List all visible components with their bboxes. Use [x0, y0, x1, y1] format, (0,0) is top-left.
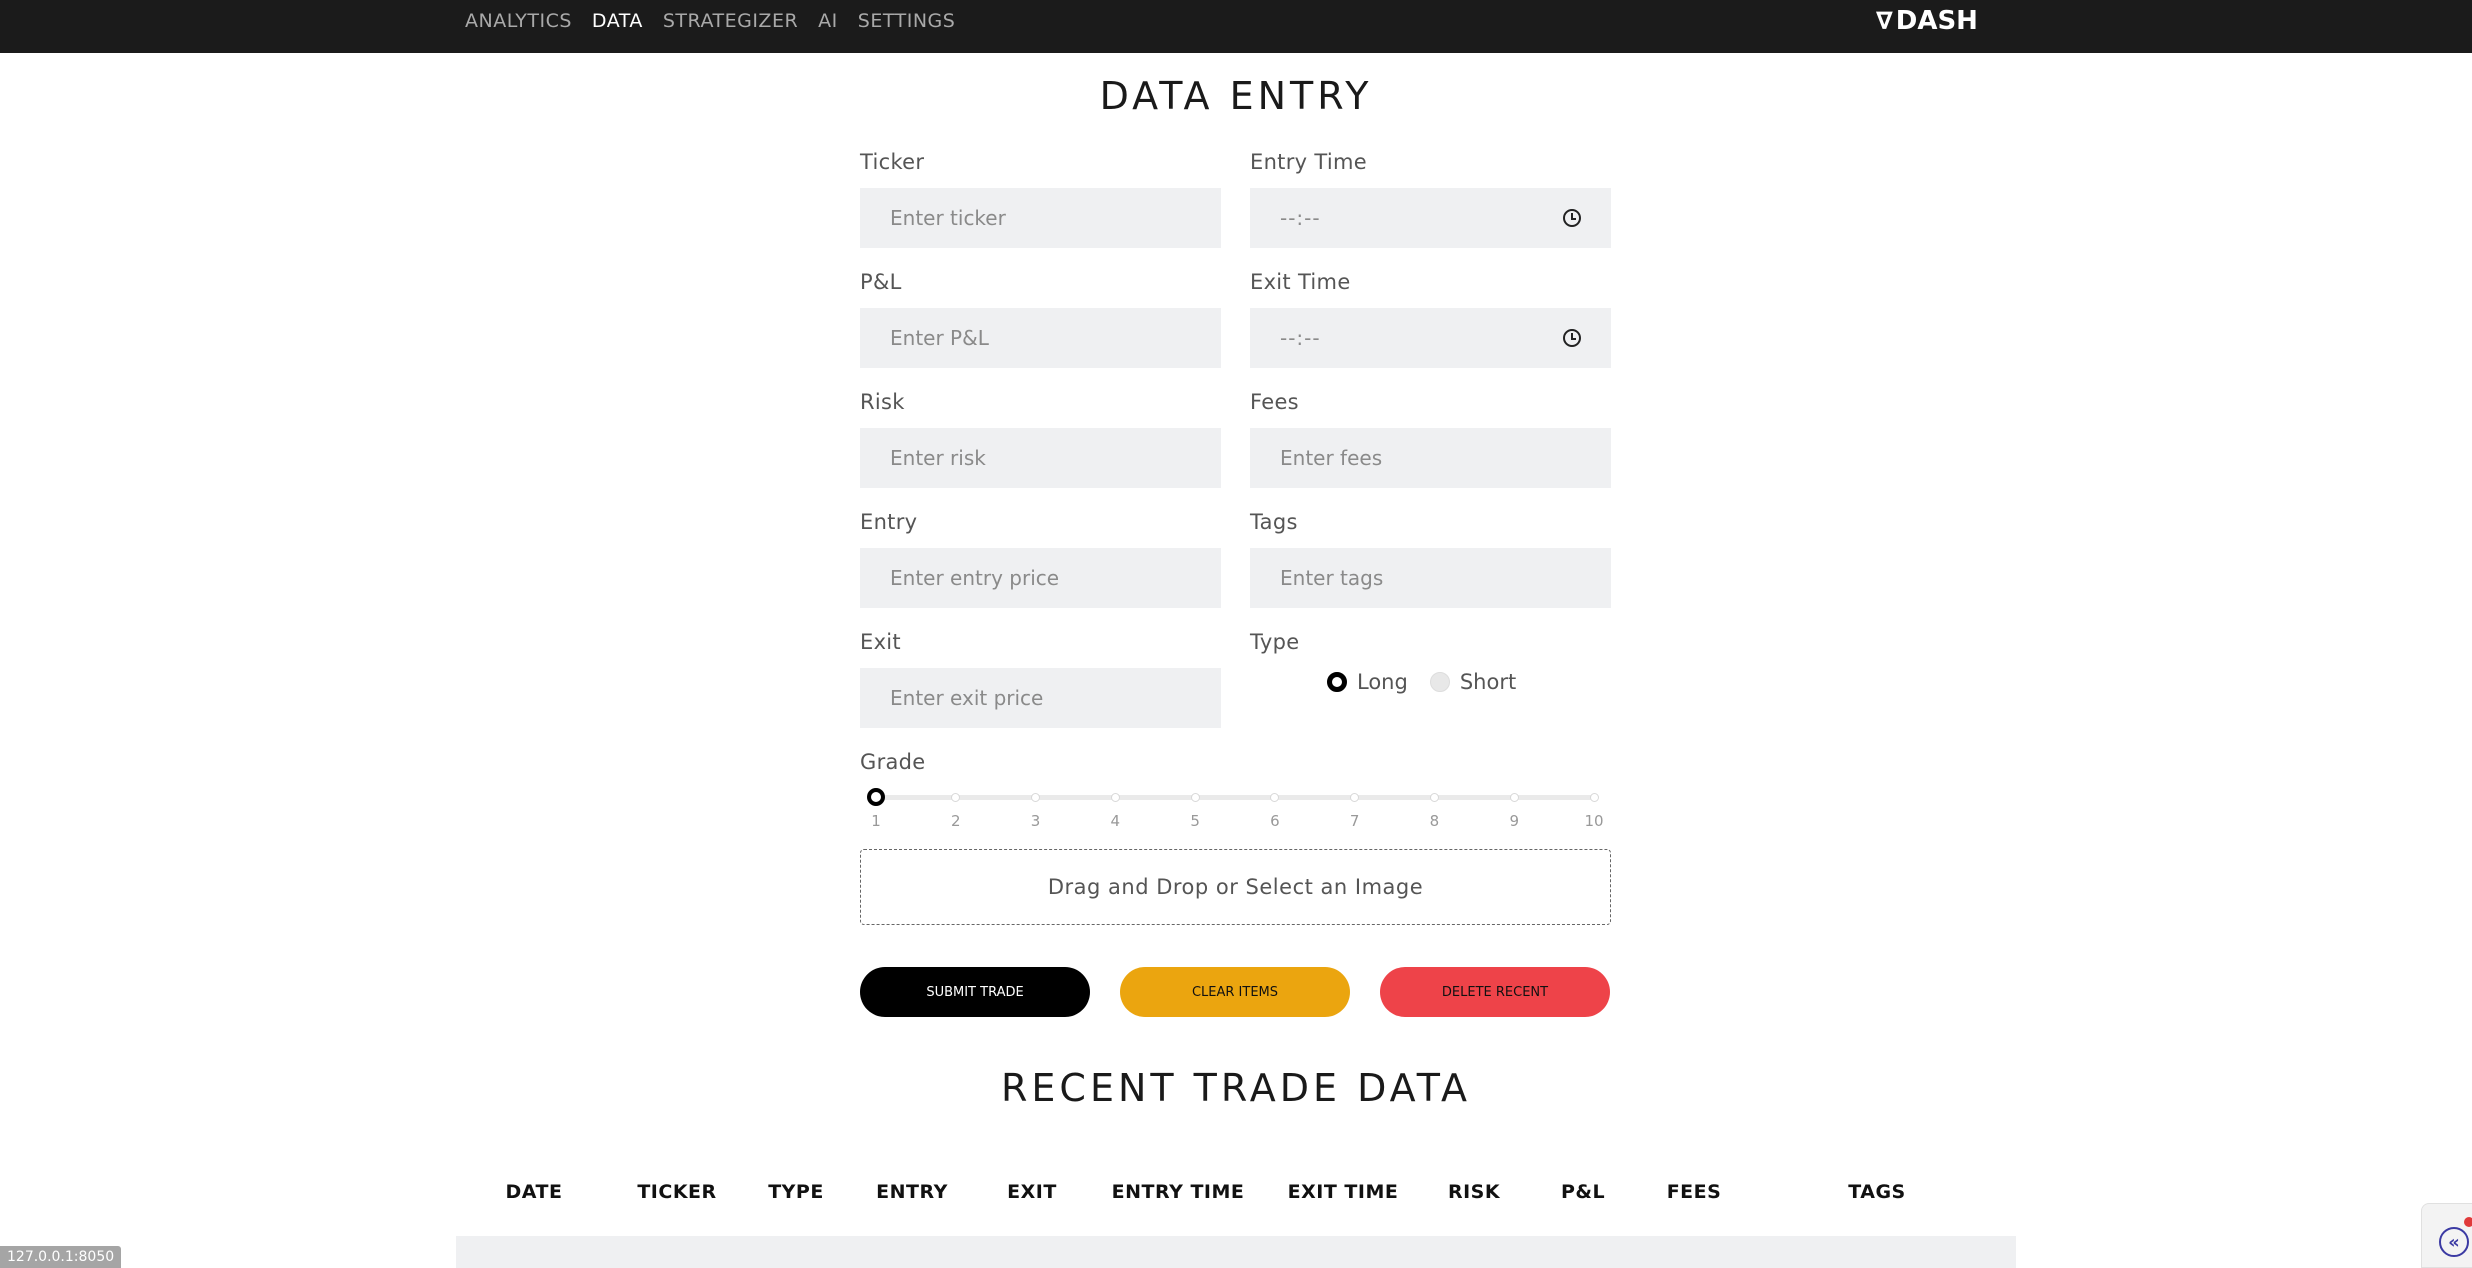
column-header-exit[interactable]: EXIT: [1007, 1181, 1057, 1203]
slider-tick[interactable]: [1350, 793, 1360, 802]
column-header-entry[interactable]: ENTRY: [876, 1181, 948, 1203]
submit-trade-button[interactable]: SUBMIT TRADE: [860, 967, 1090, 1017]
entry-price-input[interactable]: [860, 548, 1221, 608]
column-header-pnl[interactable]: P&L: [1561, 1181, 1605, 1203]
tags-input[interactable]: [1250, 548, 1611, 608]
grade-slider[interactable]: 1 2 3 4 5 6 7 8 9 10: [860, 780, 1604, 830]
status-url: 127.0.0.1:8050: [0, 1246, 122, 1268]
ticker-label: Ticker: [860, 150, 925, 174]
exit-price-input[interactable]: [860, 668, 1221, 728]
notification-dot: [2464, 1217, 2472, 1227]
fees-label: Fees: [1250, 390, 1299, 414]
nav-settings[interactable]: SETTINGS: [858, 10, 956, 32]
column-header-fees[interactable]: FEES: [1667, 1181, 1722, 1203]
nav-data[interactable]: DATA: [592, 10, 643, 32]
entry-time-value: --:--: [1280, 206, 1321, 230]
slider-mark-label: 3: [1030, 812, 1041, 830]
column-header-exit-time[interactable]: EXIT TIME: [1288, 1181, 1399, 1203]
entry-label: Entry: [860, 510, 918, 534]
slider-tick[interactable]: [1270, 793, 1280, 802]
exit-label: Exit: [860, 630, 901, 654]
ticker-input[interactable]: [860, 188, 1221, 248]
slider-tick[interactable]: [1031, 793, 1041, 802]
type-radio-group: Long Short: [1327, 670, 1516, 694]
data-entry-title: DATA ENTRY: [1099, 74, 1373, 118]
radio-long[interactable]: Long: [1327, 670, 1408, 694]
image-upload-dropzone[interactable]: Drag and Drop or Select an Image: [860, 849, 1611, 925]
slider-mark-label: 1: [871, 812, 881, 830]
slider-mark-label: 6: [1270, 812, 1280, 830]
radio-short-label: Short: [1459, 670, 1517, 694]
column-header-date[interactable]: DATE: [506, 1181, 563, 1203]
debug-toolbar: «: [2421, 1203, 2472, 1268]
radio-short[interactable]: Short: [1429, 670, 1517, 694]
clock-icon[interactable]: [1563, 209, 1581, 227]
slider-tick[interactable]: [1110, 793, 1120, 802]
nav-analytics[interactable]: ANALYTICS: [465, 10, 572, 32]
slider-tick[interactable]: [1589, 793, 1599, 802]
slider-tick[interactable]: [1509, 793, 1519, 802]
slider-mark-label: 5: [1190, 812, 1200, 830]
clock-icon[interactable]: [1563, 329, 1581, 347]
radio-short-indicator[interactable]: [1429, 672, 1450, 692]
column-header-entry-time[interactable]: ENTRY TIME: [1112, 1181, 1245, 1203]
slider-mark-label: 2: [950, 812, 961, 830]
nav-ai[interactable]: AI: [818, 10, 838, 32]
recent-trade-data-title: RECENT TRADE DATA: [1001, 1066, 1471, 1110]
main-nav: ANALYTICS DATA STRATEGIZER AI SETTINGS: [465, 0, 955, 42]
risk-input[interactable]: [860, 428, 1221, 488]
radio-long-indicator[interactable]: [1327, 672, 1347, 692]
fees-input[interactable]: [1250, 428, 1611, 488]
type-label: Type: [1250, 630, 1300, 654]
entry-time-label: Entry Time: [1250, 150, 1367, 174]
delete-recent-button[interactable]: DELETE RECENT: [1380, 967, 1610, 1017]
slider-mark-label: 10: [1584, 812, 1604, 830]
slider-tick[interactable]: [951, 793, 961, 802]
tags-label: Tags: [1250, 510, 1298, 534]
grade-label: Grade: [860, 750, 926, 774]
brand-logo[interactable]: ∇ DASH: [1876, 4, 1978, 38]
slider-mark-label: 9: [1509, 812, 1519, 830]
pnl-input[interactable]: [860, 308, 1221, 368]
slider-tick[interactable]: [1190, 793, 1200, 802]
table-row[interactable]: [456, 1236, 2016, 1268]
slider-handle[interactable]: [867, 788, 885, 806]
pnl-label: P&L: [860, 270, 902, 294]
slider-tick[interactable]: [1429, 793, 1439, 802]
clear-items-button[interactable]: CLEAR ITEMS: [1120, 967, 1350, 1017]
entry-time-input[interactable]: --:--: [1250, 188, 1611, 248]
nabla-logo-icon: ∇: [1876, 7, 1893, 35]
trade-table-header: DATE TICKER TYPE ENTRY EXIT ENTRY TIME E…: [0, 1181, 2472, 1205]
top-nav-bar: ANALYTICS DATA STRATEGIZER AI SETTINGS ∇…: [0, 0, 2472, 53]
slider-mark-label: 7: [1349, 812, 1360, 830]
risk-label: Risk: [860, 390, 905, 414]
exit-time-value: --:--: [1280, 326, 1321, 350]
exit-time-label: Exit Time: [1250, 270, 1351, 294]
column-header-risk[interactable]: RISK: [1448, 1181, 1500, 1203]
nav-strategizer[interactable]: STRATEGIZER: [663, 10, 798, 32]
brand-name: DASH: [1895, 6, 1978, 36]
column-header-tags[interactable]: TAGS: [1848, 1181, 1905, 1203]
slider-track[interactable]: [876, 795, 1595, 800]
radio-long-label: Long: [1357, 670, 1408, 694]
collapse-chevrons-icon[interactable]: «: [2439, 1227, 2469, 1257]
column-header-type[interactable]: TYPE: [768, 1181, 824, 1203]
column-header-ticker[interactable]: TICKER: [637, 1181, 716, 1203]
slider-mark-label: 8: [1429, 812, 1440, 830]
slider-mark-label: 4: [1110, 812, 1121, 830]
exit-time-input[interactable]: --:--: [1250, 308, 1611, 368]
